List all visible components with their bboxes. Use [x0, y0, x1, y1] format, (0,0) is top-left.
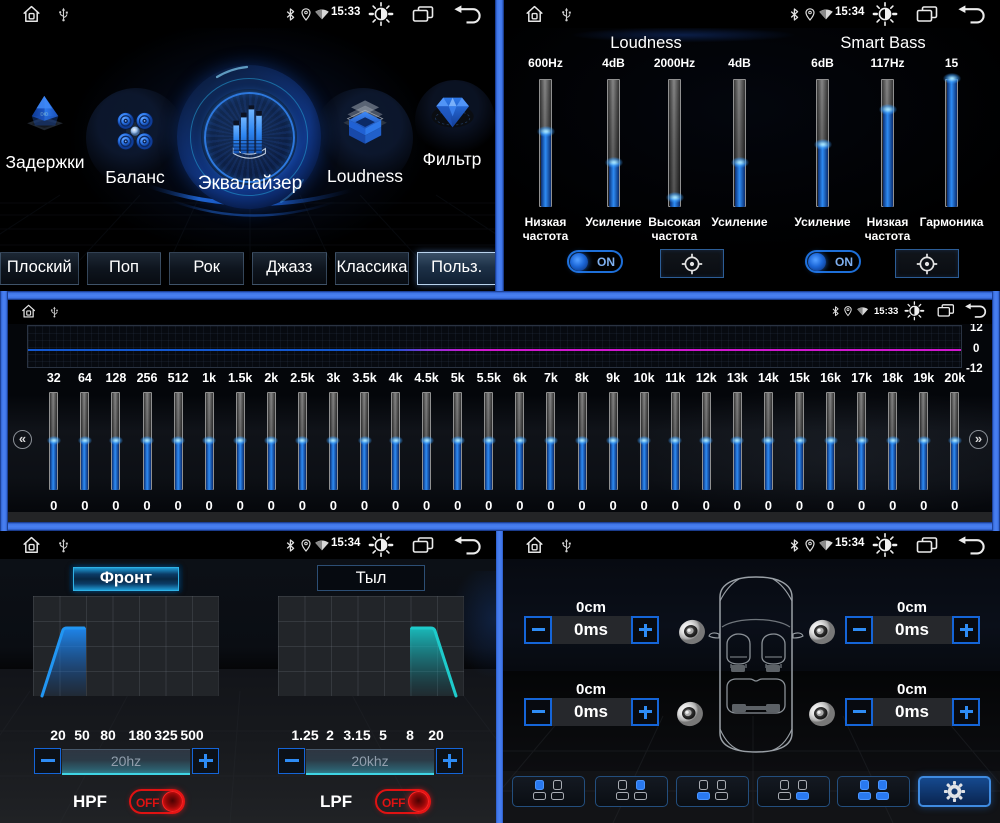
- svg-text:DID: DID: [40, 111, 49, 116]
